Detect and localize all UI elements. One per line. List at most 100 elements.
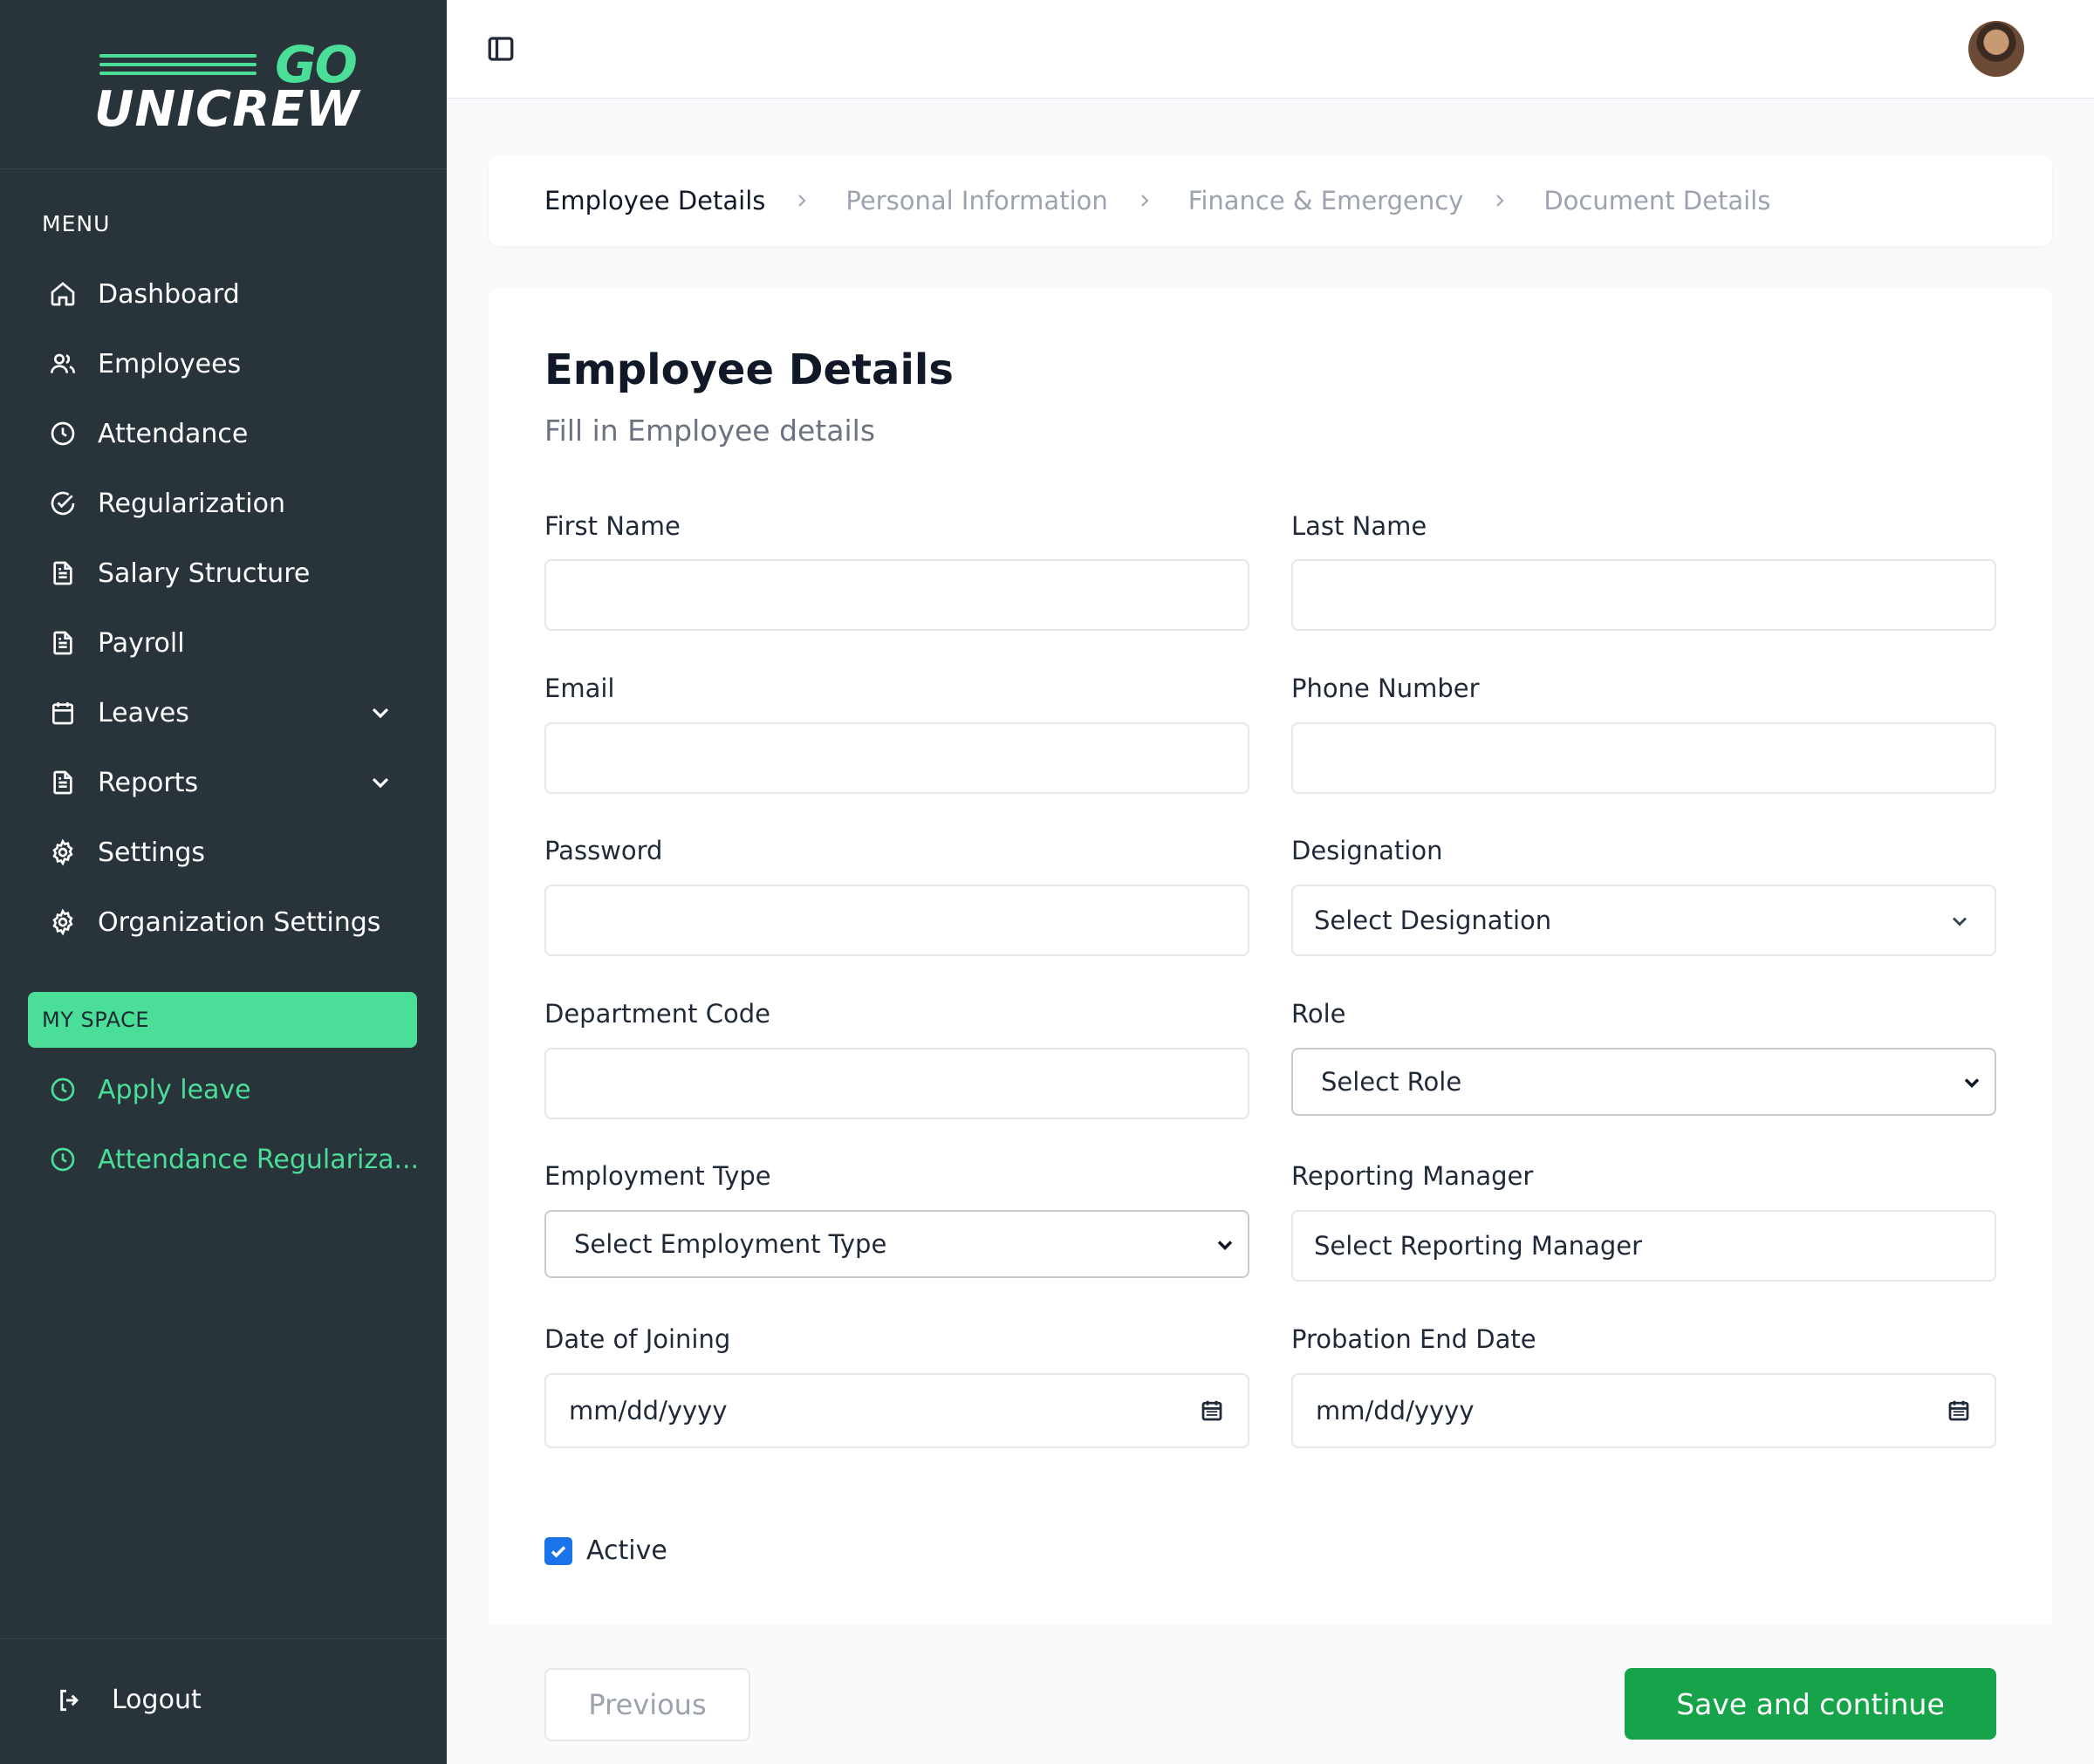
chevron-right-icon bbox=[1489, 190, 1510, 211]
sidebar-item-label: Payroll bbox=[98, 627, 185, 659]
form-footer: Previous Save and continue bbox=[489, 1624, 2052, 1764]
avatar[interactable] bbox=[1968, 21, 2024, 77]
password-input[interactable] bbox=[544, 885, 1249, 956]
probation-end-date-placeholder: mm/dd/yyyy bbox=[1316, 1396, 1475, 1426]
save-and-continue-button[interactable]: Save and continue bbox=[1625, 1668, 1996, 1740]
step-personal-information[interactable]: Personal Information bbox=[845, 186, 1107, 215]
phone-label: Phone Number bbox=[1291, 673, 1480, 703]
active-label: Active bbox=[586, 1535, 667, 1566]
sidebar-item-label: Attendance bbox=[98, 418, 249, 449]
logo-unicrew-text: UNICREW bbox=[94, 81, 360, 138]
designation-value: Select Designation bbox=[1314, 906, 1552, 935]
chevron-down-icon bbox=[1947, 909, 1972, 933]
menu-title: MENU bbox=[42, 211, 111, 236]
chevron-right-icon bbox=[1134, 190, 1155, 211]
logout-button[interactable]: Logout bbox=[56, 1685, 202, 1715]
my-space-header: MY SPACE bbox=[28, 992, 417, 1048]
step-employee-details[interactable]: Employee Details bbox=[544, 186, 765, 215]
date-of-joining-placeholder: mm/dd/yyyy bbox=[569, 1396, 728, 1426]
sidebar-item-organization-settings[interactable]: Organization Settings bbox=[0, 887, 447, 957]
sidebar-item-employees[interactable]: Employees bbox=[0, 329, 447, 399]
sidebar-item-label: Settings bbox=[98, 837, 206, 868]
step-document-details[interactable]: Document Details bbox=[1543, 186, 1770, 215]
chevron-down-icon bbox=[1960, 1070, 1984, 1095]
sidebar-item-label: Reports bbox=[98, 767, 199, 798]
home-icon bbox=[49, 280, 77, 308]
gear-icon bbox=[49, 908, 77, 936]
previous-button[interactable]: Previous bbox=[544, 1668, 750, 1741]
sidebar-item-leaves[interactable]: Leaves bbox=[0, 678, 447, 748]
calendar-icon[interactable] bbox=[1946, 1398, 1972, 1424]
sidebar-nav: Dashboard Employees Attendance Regulariz… bbox=[0, 259, 447, 957]
chevron-down-icon[interactable] bbox=[366, 699, 394, 727]
sidebar-item-label: Organization Settings bbox=[98, 906, 381, 938]
first-name-label: First Name bbox=[544, 511, 681, 541]
sidebar-item-settings[interactable]: Settings bbox=[0, 817, 447, 887]
calendar-icon bbox=[49, 699, 77, 727]
department-code-input[interactable] bbox=[544, 1048, 1249, 1119]
employment-type-label: Employment Type bbox=[544, 1161, 771, 1191]
sidebar: GO UNICREW MENU Dashboard Employees Atte… bbox=[0, 0, 447, 1764]
reporting-manager-value: Select Reporting Manager bbox=[1314, 1231, 1642, 1261]
date-of-joining-label: Date of Joining bbox=[544, 1324, 731, 1354]
calendar-icon[interactable] bbox=[1199, 1398, 1225, 1424]
sidebar-item-label: Salary Structure bbox=[98, 557, 311, 589]
document-icon bbox=[49, 629, 77, 657]
role-select[interactable]: Select Role bbox=[1291, 1048, 1996, 1116]
logout-label: Logout bbox=[112, 1685, 202, 1715]
sidebar-item-dashboard[interactable]: Dashboard bbox=[0, 259, 447, 329]
check-circle-icon bbox=[49, 489, 77, 517]
chevron-down-icon[interactable] bbox=[366, 769, 394, 797]
form-stepper: Employee Details Personal Information Fi… bbox=[489, 155, 2052, 246]
role-label: Role bbox=[1291, 999, 1346, 1029]
sidebar-item-label: Attendance Regulariza... bbox=[98, 1144, 420, 1175]
active-checkbox-row: Active bbox=[544, 1535, 667, 1566]
sidebar-item-label: Dashboard bbox=[98, 278, 240, 310]
sidebar-toggle-icon[interactable] bbox=[485, 33, 517, 65]
top-bar bbox=[447, 0, 2094, 99]
designation-select[interactable]: Select Designation bbox=[1291, 885, 1996, 956]
reporting-manager-select[interactable]: Select Reporting Manager bbox=[1291, 1210, 1996, 1282]
sidebar-item-label: Apply leave bbox=[98, 1074, 251, 1105]
probation-end-date-input[interactable]: mm/dd/yyyy bbox=[1291, 1373, 1996, 1448]
sidebar-item-regularization[interactable]: Regularization bbox=[0, 468, 447, 538]
gear-icon bbox=[49, 838, 77, 866]
sidebar-item-apply-leave[interactable]: Apply leave bbox=[0, 1055, 447, 1125]
employment-type-value: Select Employment Type bbox=[574, 1229, 887, 1259]
email-label: Email bbox=[544, 673, 615, 703]
active-checkbox[interactable] bbox=[544, 1536, 572, 1565]
probation-end-date-label: Probation End Date bbox=[1291, 1324, 1536, 1354]
first-name-input[interactable] bbox=[544, 559, 1249, 631]
last-name-input[interactable] bbox=[1291, 559, 1996, 631]
designation-label: Designation bbox=[1291, 836, 1443, 865]
users-icon bbox=[49, 350, 77, 378]
logout-area: Logout bbox=[0, 1638, 447, 1764]
document-icon bbox=[49, 769, 77, 797]
password-label: Password bbox=[544, 836, 663, 865]
document-icon bbox=[49, 559, 77, 587]
form-subtitle: Fill in Employee details bbox=[544, 414, 876, 448]
logout-icon bbox=[56, 1686, 84, 1714]
employment-type-select[interactable]: Select Employment Type bbox=[544, 1210, 1249, 1278]
sidebar-item-reports[interactable]: Reports bbox=[0, 748, 447, 817]
sidebar-item-attendance-regularization[interactable]: Attendance Regulariza... bbox=[0, 1125, 447, 1194]
logo-area: GO UNICREW bbox=[0, 0, 447, 169]
date-of-joining-input[interactable]: mm/dd/yyyy bbox=[544, 1373, 1249, 1448]
checkmark-icon bbox=[551, 1545, 566, 1557]
last-name-label: Last Name bbox=[1291, 511, 1427, 541]
step-finance-emergency[interactable]: Finance & Emergency bbox=[1188, 186, 1464, 215]
chevron-right-icon bbox=[791, 190, 812, 211]
role-value: Select Role bbox=[1321, 1067, 1462, 1097]
clock-icon bbox=[49, 1076, 77, 1104]
phone-input[interactable] bbox=[1291, 722, 1996, 794]
sidebar-item-salary-structure[interactable]: Salary Structure bbox=[0, 538, 447, 608]
form-title: Employee Details bbox=[544, 345, 954, 394]
sidebar-item-label: Employees bbox=[98, 348, 242, 379]
employee-form-card: Employee Details Fill in Employee detail… bbox=[489, 288, 2052, 1764]
logo[interactable]: GO UNICREW bbox=[94, 38, 360, 138]
sidebar-item-payroll[interactable]: Payroll bbox=[0, 608, 447, 678]
sidebar-item-attendance[interactable]: Attendance bbox=[0, 399, 447, 468]
email-input[interactable] bbox=[544, 722, 1249, 794]
chevron-down-icon bbox=[1213, 1233, 1237, 1257]
clock-icon bbox=[49, 1145, 77, 1173]
